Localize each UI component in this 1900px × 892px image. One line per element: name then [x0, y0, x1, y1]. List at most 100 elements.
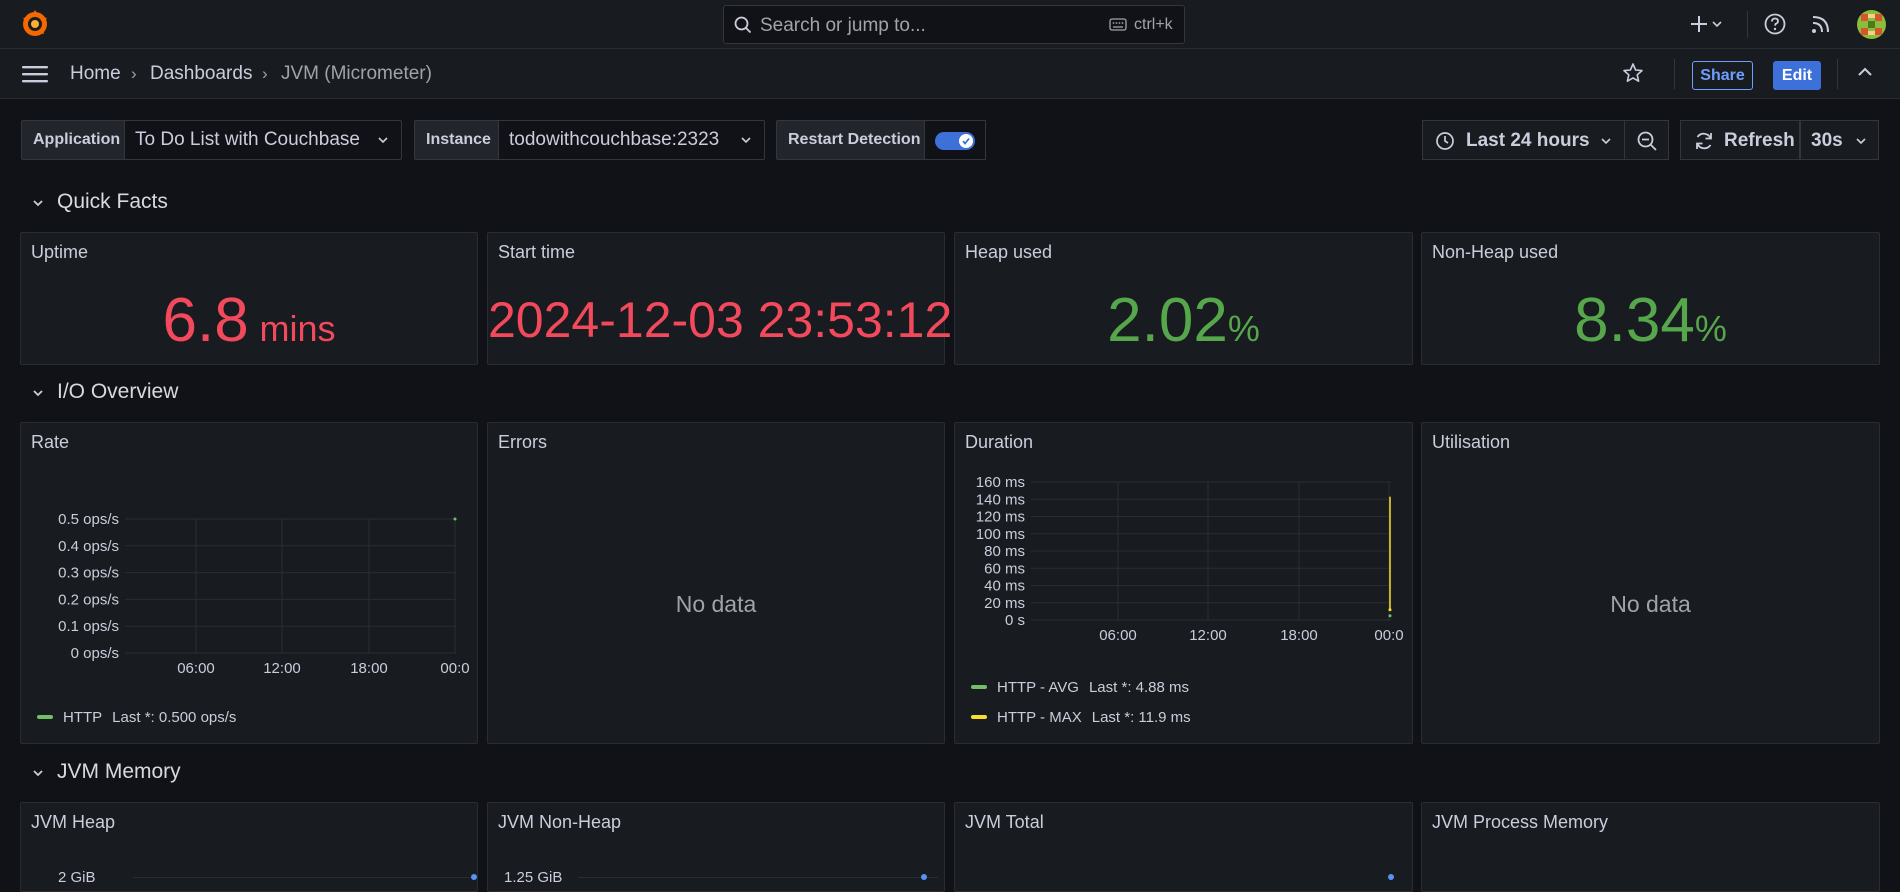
- legend-item[interactable]: HTTP - MAX Last *: 11.9 ms: [971, 709, 1191, 726]
- stat-panel-start-time[interactable]: Start time 2024-12-03 23:53:12: [487, 232, 953, 365]
- y-tick-label: 140 ms: [976, 491, 1025, 508]
- time-range-picker[interactable]: Last 24 hours: [1422, 120, 1625, 160]
- panel-title: Heap used: [965, 242, 1053, 262]
- edit-button[interactable]: Edit: [1773, 61, 1821, 90]
- x-tick-label: 00:0: [440, 660, 469, 677]
- toggle-knob: [959, 134, 973, 148]
- panel-errors[interactable]: Errors No data: [487, 422, 945, 744]
- grafana-logo-icon[interactable]: [20, 9, 50, 39]
- stat-panel-uptime[interactable]: Uptime 6.8 mins: [20, 232, 478, 365]
- search-icon: [734, 16, 752, 34]
- heap-used-unit: %: [1227, 308, 1260, 349]
- legend-item[interactable]: HTTP Last *: 0.500 ops/s: [37, 709, 236, 726]
- data-point: [1388, 874, 1394, 880]
- chevron-down-icon: [377, 135, 389, 145]
- search-placeholder: Search or jump to...: [760, 15, 926, 36]
- stat-panel-heap-used[interactable]: Heap used 2.02%: [954, 232, 1413, 365]
- stat-panel-non-heap-used[interactable]: Non-Heap used 8.34%: [1421, 232, 1880, 365]
- legend-item[interactable]: HTTP - AVG Last *: 4.88 ms: [971, 679, 1189, 696]
- refresh-interval-picker[interactable]: 30s: [1800, 120, 1879, 160]
- keyboard-icon: [1109, 18, 1127, 31]
- y-tick-label: 0.3 ops/s: [58, 565, 119, 582]
- legend-series-name: HTTP - MAX: [997, 709, 1082, 726]
- heap-used-value: 2.02: [1107, 286, 1228, 355]
- chevron-down-icon: [1855, 136, 1867, 146]
- chevron-down-icon: [32, 198, 44, 208]
- data-point: [1388, 608, 1392, 612]
- time-range-value: Last 24 hours: [1466, 130, 1590, 151]
- data-point: [471, 874, 477, 880]
- x-tick-label: 12:00: [263, 660, 301, 677]
- top-bar: Search or jump to... ctrl+k: [0, 0, 1900, 49]
- non-heap-used-value: 8.34: [1574, 286, 1695, 355]
- star-icon[interactable]: [1622, 62, 1644, 84]
- x-tick-label: 18:00: [350, 660, 388, 677]
- refresh-button[interactable]: Refresh: [1680, 120, 1800, 160]
- application-label: Application: [21, 120, 125, 160]
- legend-series-value: Last *: 11.9 ms: [1091, 709, 1191, 726]
- restart-detection-toggle[interactable]: [935, 132, 975, 150]
- divider: [1674, 59, 1675, 89]
- search-box[interactable]: Search or jump to... ctrl+k: [723, 5, 1185, 44]
- x-tick-label: 18:00: [1280, 627, 1318, 644]
- row-title-label: I/O Overview: [57, 380, 179, 403]
- y-tick-label: 160 ms: [976, 474, 1025, 491]
- divider: [1747, 11, 1748, 38]
- breadcrumb-dashboards[interactable]: Dashboards: [150, 63, 252, 85]
- breadcrumb-separator: ›: [262, 64, 268, 83]
- y-tick-label: 0.2 ops/s: [58, 591, 119, 608]
- y-tick-label: 0.5 ops/s: [58, 511, 119, 528]
- row-title-label: JVM Memory: [57, 760, 181, 783]
- nav-bar: Home › Dashboards › JVM (Micrometer) Sha…: [0, 49, 1900, 99]
- panel-title: Errors: [498, 432, 547, 452]
- zoom-out-button[interactable]: [1625, 120, 1669, 160]
- panel-utilisation[interactable]: Utilisation No data: [1421, 422, 1880, 744]
- panel-rate[interactable]: Rate 0 ops/s 0.1 ops/s 0.2 ops/s 0.3 ops/s 0…: [20, 422, 478, 744]
- gridline: [133, 877, 473, 878]
- refresh-icon: [1693, 130, 1715, 152]
- y-tick-label: 40 ms: [984, 578, 1025, 595]
- refresh-label: Refresh: [1724, 130, 1795, 151]
- panel-title: JVM Heap: [31, 812, 116, 832]
- breadcrumb-current: JVM (Micrometer): [281, 63, 432, 84]
- instance-select[interactable]: todowithcouchbase:2323: [499, 120, 765, 160]
- help-icon[interactable]: [1763, 12, 1787, 36]
- panel-title: Rate: [31, 432, 70, 452]
- uptime-unit: mins: [259, 308, 336, 349]
- panel-duration[interactable]: Duration 0 s 20 ms 40 ms 60 ms 80 ms 100 ms 12…: [954, 422, 1413, 744]
- news-icon[interactable]: [1810, 13, 1832, 35]
- y-tick-label: 0 s: [1005, 612, 1025, 629]
- divider: [1837, 59, 1838, 89]
- y-tick-label: 20 ms: [984, 595, 1025, 612]
- breadcrumb-separator: ›: [131, 64, 137, 83]
- application-value: To Do List with Couchbase: [135, 129, 360, 150]
- uptime-value: 6.8: [162, 286, 249, 355]
- restart-detection-toggle-wrapper: [925, 120, 986, 160]
- start-time-value: 2024-12-03 23:53:12: [488, 292, 953, 348]
- instance-value: todowithcouchbase:2323: [509, 129, 720, 150]
- refresh-interval-value: 30s: [1811, 130, 1843, 151]
- stat-value: 6.8 mins: [21, 285, 477, 356]
- menu-icon[interactable]: [22, 64, 48, 84]
- share-button[interactable]: Share: [1692, 61, 1753, 90]
- gridline: [578, 877, 938, 878]
- duration-chart: 0 s20 ms40 ms60 ms80 ms100 ms120 ms140 m…: [976, 474, 1404, 644]
- user-avatar[interactable]: [1857, 10, 1886, 39]
- plus-icon[interactable]: [1689, 10, 1725, 38]
- application-select[interactable]: To Do List with Couchbase: [125, 120, 402, 160]
- y-tick-label: 60 ms: [984, 560, 1025, 577]
- chevron-up-icon[interactable]: [1856, 65, 1874, 79]
- legend-swatch: [971, 685, 987, 690]
- legend-swatch: [971, 715, 987, 720]
- data-point: [1388, 614, 1392, 618]
- stat-value: 8.34%: [1422, 285, 1879, 356]
- breadcrumb-home[interactable]: Home: [70, 63, 121, 85]
- panel-title: JVM Total: [965, 812, 1044, 832]
- panel-title: Utilisation: [1432, 432, 1511, 452]
- y-tick-label: 120 ms: [976, 509, 1025, 526]
- restart-detection-label: Restart Detection: [776, 120, 925, 160]
- search-shortcut: ctrl+k: [1134, 16, 1173, 33]
- panel-title: Duration: [965, 432, 1034, 452]
- y-tick-label: 2 GiB: [58, 869, 96, 886]
- chevron-down-icon: [32, 388, 44, 398]
